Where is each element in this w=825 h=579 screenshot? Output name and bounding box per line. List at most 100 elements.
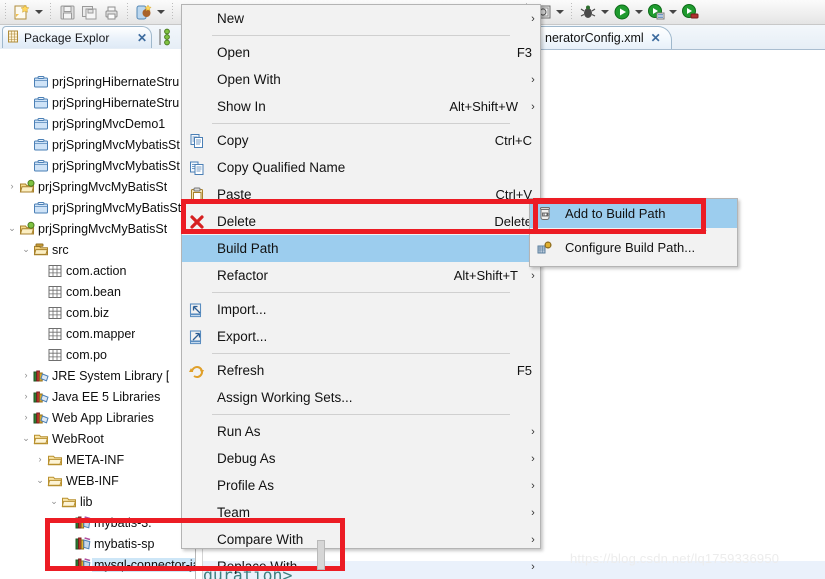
toolbar-separator — [47, 3, 54, 21]
view-menu-icon[interactable] — [158, 28, 174, 49]
chevron-down-icon[interactable]: ⌄ — [34, 470, 46, 491]
deploy-icon[interactable] — [133, 2, 155, 23]
menu-item-copy-qualified-name[interactable]: Copy Qualified Name — [182, 154, 540, 181]
menu-separator — [212, 292, 510, 293]
chevron-down-icon[interactable]: ⌄ — [48, 491, 60, 512]
menu-item-delete[interactable]: Delete Delete — [182, 208, 540, 235]
menu-icon-slot — [182, 262, 212, 289]
menu-item-run-as[interactable]: Run As › — [182, 418, 540, 445]
tree-item[interactable]: com.action — [0, 260, 196, 281]
menu-item-import[interactable]: Import... — [182, 296, 540, 323]
tree-scrollbar-thumb[interactable] — [317, 540, 325, 570]
new-wizard-icon[interactable] — [11, 2, 33, 23]
tree-item-label: mysql-connector-java-5.1.22-bin — [92, 557, 196, 572]
tree-item[interactable]: xweb.xml — [0, 575, 196, 579]
chevron-right-icon[interactable]: › — [34, 449, 46, 470]
run-history-dropdown-arrow[interactable] — [667, 2, 679, 23]
menu-item-refactor[interactable]: Refactor Alt+Shift+T › — [182, 262, 540, 289]
tree-item[interactable]: › JRE System Library [ — [0, 365, 196, 386]
menu-item-debug-as[interactable]: Debug As › — [182, 445, 540, 472]
submenu-item-configure-build-path[interactable]: Configure Build Path... — [530, 233, 737, 262]
tree-item[interactable]: ⌄ lib — [0, 491, 196, 512]
run-history-icon[interactable] — [645, 2, 667, 23]
tree-item[interactable]: com.po — [0, 344, 196, 365]
tree-item-label: prjSpringMvcMyBatisSt — [52, 200, 182, 215]
menu-item-export[interactable]: Export... — [182, 323, 540, 350]
tree-item[interactable]: ⌄ WEB-INF — [0, 470, 196, 491]
tree-item[interactable]: prjSpringMvcMyBatisSt — [0, 197, 196, 218]
menu-item-paste[interactable]: Paste Ctrl+V — [182, 181, 540, 208]
build-path-submenu[interactable]: 010 Add to Build Path Configure Build Pat… — [529, 198, 738, 267]
menu-item-copy[interactable]: Copy Ctrl+C — [182, 127, 540, 154]
context-menu[interactable]: New › Open F3 Open With › Show In Alt+Shift+W › … — [181, 4, 541, 574]
print-icon[interactable] — [100, 2, 122, 23]
tree-item[interactable]: prjSpringHibernateStru — [0, 92, 196, 113]
tree-item[interactable]: prjSpringMvcMybatisSt — [0, 134, 196, 155]
project-tree[interactable]: prjSpringHibernateStru prjSpringHibernat… — [0, 71, 196, 579]
chevron-right-icon[interactable]: › — [20, 407, 32, 428]
chevron-down-icon[interactable]: ⌄ — [20, 239, 32, 260]
menu-item-replace-with[interactable]: Replace With › — [182, 553, 540, 579]
new-dropdown-arrow[interactable] — [33, 2, 45, 23]
debug-dropdown-arrow[interactable] — [599, 2, 611, 23]
menu-item-compare-with[interactable]: Compare With › — [182, 526, 540, 553]
tree-item[interactable]: › prjSpringMvcMyBatisSt — [0, 176, 196, 197]
menu-item-open[interactable]: Open F3 — [182, 39, 540, 66]
save-all-icon[interactable] — [78, 2, 100, 23]
tree-item[interactable]: com.mapper — [0, 323, 196, 344]
close-icon[interactable]: ✕ — [651, 31, 661, 45]
tree-item[interactable]: ⌄ src — [0, 239, 196, 260]
tree-item[interactable]: mybatis-sp — [0, 533, 196, 554]
tree-item[interactable]: ⌄ prjSpringMvcMyBatisSt — [0, 218, 196, 239]
menu-icon-slot — [182, 472, 212, 499]
menu-item-label: Open — [217, 45, 251, 60]
folder-icon — [46, 470, 64, 491]
menu-item-profile-as[interactable]: Profile As › — [182, 472, 540, 499]
tree-item[interactable]: prjSpringMvcMybatisSt — [0, 155, 196, 176]
chevron-right-icon[interactable]: › — [20, 365, 32, 386]
tree-item[interactable]: mybatis-3. — [0, 512, 196, 533]
submenu-item-add-to-build-path[interactable]: 010 Add to Build Path — [530, 199, 737, 228]
tab-package-explorer[interactable]: Package Explor ✕ — [2, 26, 152, 48]
chevron-right-icon[interactable]: › — [20, 386, 32, 407]
menu-item-new[interactable]: New › — [182, 5, 540, 32]
tree-item[interactable]: prjSpringMvcDemo1 — [0, 113, 196, 134]
chevron-down-icon[interactable]: ⌄ — [20, 428, 32, 449]
tree-item-label: prjSpringMvcMyBatisSt — [38, 221, 168, 236]
tree-item[interactable]: com.biz — [0, 302, 196, 323]
chevron-down-icon[interactable]: ⌄ — [6, 218, 18, 239]
save-icon[interactable] — [56, 2, 78, 23]
tree-item[interactable]: prjSpringHibernateStru — [0, 71, 196, 92]
tree-item[interactable]: › Web App Libraries — [0, 407, 196, 428]
deploy-dropdown-arrow[interactable] — [155, 2, 167, 23]
menu-item-team[interactable]: Team › — [182, 499, 540, 526]
menu-item-label: Export... — [217, 329, 268, 344]
run-icon[interactable] — [611, 2, 633, 23]
watermark-text: https://blog.csdn.net/lq1759336950 — [570, 551, 780, 566]
menu-item-open-with[interactable]: Open With › — [182, 66, 540, 93]
debug-icon[interactable] — [577, 2, 599, 23]
tree-item[interactable]: › Java EE 5 Libraries — [0, 386, 196, 407]
menu-item-assign-working-sets[interactable]: Assign Working Sets... — [182, 384, 540, 411]
chevron-right-icon[interactable]: › — [6, 176, 18, 197]
tree-item-label: prjSpringHibernateStru — [52, 74, 180, 89]
menu-item-show-in[interactable]: Show In Alt+Shift+W › — [182, 93, 540, 120]
tree-item[interactable]: com.bean — [0, 281, 196, 302]
tree-item[interactable]: › META-INF — [0, 449, 196, 470]
tab-generator-config-xml[interactable]: neratorConfig.xml ✕ — [536, 26, 672, 49]
folder-icon — [60, 491, 78, 512]
menu-item-build-path[interactable]: Build Path› — [182, 235, 540, 262]
close-icon[interactable]: ✕ — [137, 31, 147, 45]
copy-qualified-icon — [182, 154, 212, 181]
submenu-separator — [560, 230, 707, 231]
external-tools-icon[interactable] — [679, 2, 701, 23]
run-dropdown-arrow[interactable] — [633, 2, 645, 23]
snapshot-dropdown-arrow[interactable] — [554, 2, 566, 23]
package-icon — [46, 281, 64, 302]
menu-item-label: Copy Qualified Name — [217, 160, 346, 175]
tree-item[interactable]: mysql-connector-java-5.1.22-bin — [0, 554, 196, 575]
project-closed-icon — [32, 155, 50, 176]
menu-item-refresh[interactable]: Refresh F5 — [182, 357, 540, 384]
tree-item[interactable]: ⌄ WebRoot — [0, 428, 196, 449]
